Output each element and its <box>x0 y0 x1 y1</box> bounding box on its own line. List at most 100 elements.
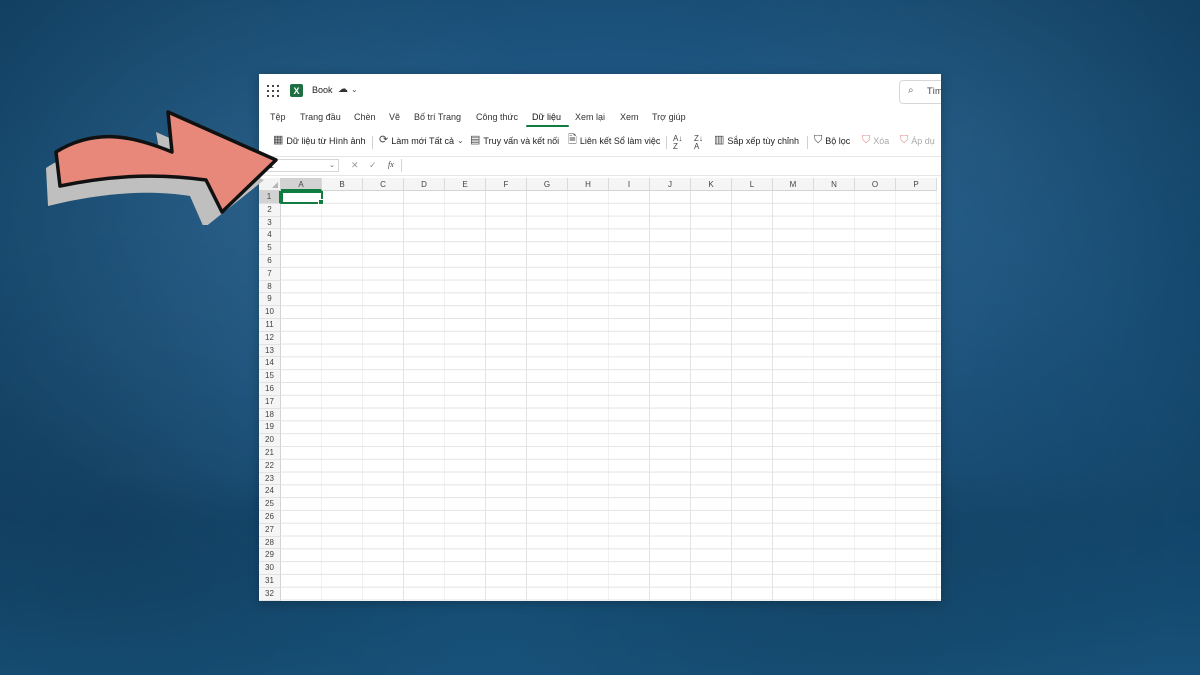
tab-review[interactable]: Xem lại <box>575 112 605 122</box>
row-header-21[interactable]: 21 <box>259 447 281 460</box>
clear-filter-button[interactable]: ⛉ Xóa <box>862 135 889 146</box>
reapply-icon: ⛉ <box>900 134 909 146</box>
row-header-4[interactable]: 4 <box>259 229 281 243</box>
active-tab-indicator <box>526 125 569 127</box>
row-header-9[interactable]: 9 <box>259 293 281 307</box>
row-header-24[interactable]: 24 <box>259 485 281 499</box>
search-placeholder: Tìm <box>927 86 941 96</box>
column-header-k[interactable]: K <box>691 178 732 191</box>
column-header-i[interactable]: I <box>609 178 650 191</box>
data-from-picture-button[interactable]: ▦ Dữ liệu từ Hình ảnh <box>273 135 366 146</box>
row-header-10[interactable]: 10 <box>259 306 281 319</box>
refresh-icon: ⟳ <box>379 134 389 146</box>
row-header-5[interactable]: 5 <box>259 242 281 255</box>
row-header-29[interactable]: 29 <box>259 549 281 563</box>
column-header-a[interactable]: A <box>281 178 322 191</box>
tab-help[interactable]: Trợ giúp <box>652 112 686 122</box>
queries-icon: ▤ <box>470 134 481 146</box>
title-bar: X Book ☁ ⌄ ⌕ Tìm <box>259 74 941 108</box>
column-header-d[interactable]: D <box>404 178 445 191</box>
tab-insert[interactable]: Chèn <box>354 112 376 122</box>
formula-bar: A1 ⌄ ✕ ✓ fx <box>259 156 941 176</box>
refresh-all-button[interactable]: ⟳ Làm mới Tất cả ⌄ <box>379 135 464 146</box>
column-header-g[interactable]: G <box>527 178 568 191</box>
chevron-down-icon[interactable]: ⌄ <box>351 85 358 94</box>
tab-page-layout[interactable]: Bố trí Trang <box>414 112 461 122</box>
reapply-label: Áp dụ <box>911 135 935 146</box>
row-header-11[interactable]: 11 <box>259 319 281 332</box>
custom-sort-icon: ▥ <box>714 134 725 146</box>
column-header-e[interactable]: E <box>445 178 486 191</box>
sort-a-to-z-button[interactable]: A↓ Z <box>673 135 682 151</box>
excel-window: X Book ☁ ⌄ ⌕ Tìm Tệp Trang đầu Chèn Vẽ B… <box>259 74 941 601</box>
chevron-down-icon: ⌄ <box>456 136 464 145</box>
custom-sort-button[interactable]: ▥ Sắp xếp tùy chỉnh <box>714 135 799 146</box>
workbook-links-label: Liên kết Sổ làm việc <box>579 135 661 146</box>
cell-area[interactable] <box>281 191 941 601</box>
row-header-32[interactable]: 32 <box>259 587 281 601</box>
column-header-c[interactable]: C <box>363 178 404 191</box>
column-header-f[interactable]: F <box>486 178 527 191</box>
row-header-25[interactable]: 25 <box>259 498 281 511</box>
queries-connections-label: Truy vấn và kết nối <box>483 135 560 146</box>
search-box[interactable]: ⌕ Tìm <box>899 80 941 104</box>
tab-view[interactable]: Xem <box>620 112 639 122</box>
row-header-15[interactable]: 15 <box>259 370 281 383</box>
tab-home[interactable]: Trang đầu <box>300 112 341 122</box>
row-header-19[interactable]: 19 <box>259 421 281 435</box>
formula-input[interactable] <box>401 159 941 172</box>
workbook-links-button[interactable]: 🗎 Liên kết Sổ làm việc <box>568 135 660 146</box>
column-header-l[interactable]: L <box>732 178 773 191</box>
clear-filter-icon: ⛉ <box>862 134 871 146</box>
autosave-cloud-icon: ☁ <box>338 84 348 95</box>
column-header-m[interactable]: M <box>773 178 814 191</box>
search-icon: ⌕ <box>908 85 914 96</box>
column-header-j[interactable]: J <box>650 178 691 191</box>
row-header-7[interactable]: 7 <box>259 267 281 281</box>
row-header-13[interactable]: 13 <box>259 344 281 358</box>
tab-data[interactable]: Dữ liệu <box>532 112 561 122</box>
column-header-h[interactable]: H <box>568 178 609 191</box>
excel-logo-icon: X <box>290 84 303 97</box>
app-launcher-icon[interactable] <box>267 85 279 97</box>
row-header-17[interactable]: 17 <box>259 395 281 409</box>
column-header-o[interactable]: O <box>855 178 896 191</box>
queries-connections-button[interactable]: ▤ Truy vấn và kết nối <box>470 135 559 146</box>
row-header-18[interactable]: 18 <box>259 408 281 422</box>
row-header-16[interactable]: 16 <box>259 383 281 396</box>
column-header-b[interactable]: B <box>322 178 363 191</box>
file-name[interactable]: Book <box>312 85 333 95</box>
row-header-14[interactable]: 14 <box>259 357 281 371</box>
chevron-down-icon: ⌄ <box>329 162 335 169</box>
row-header-6[interactable]: 6 <box>259 255 281 268</box>
ribbon-toolbar: ▦ Dữ liệu từ Hình ảnh ⟳ Làm mới Tất cả ⌄… <box>259 130 941 154</box>
row-header-23[interactable]: 23 <box>259 472 281 486</box>
row-header-28[interactable]: 28 <box>259 536 281 550</box>
reapply-button[interactable]: ⛉ Áp dụ <box>900 135 935 146</box>
column-header-n[interactable]: N <box>814 178 855 191</box>
tab-formulas[interactable]: Công thức <box>476 112 518 122</box>
separator <box>666 136 667 149</box>
filter-label: Bộ lọc <box>825 135 851 146</box>
row-header-30[interactable]: 30 <box>259 562 281 575</box>
cancel-icon[interactable]: ✕ <box>351 160 359 171</box>
row-header-12[interactable]: 12 <box>259 331 281 345</box>
row-header-8[interactable]: 8 <box>259 280 281 294</box>
check-icon[interactable]: ✓ <box>369 160 377 171</box>
column-header-p[interactable]: P <box>896 178 937 191</box>
insert-function-icon[interactable]: fx <box>388 160 394 169</box>
data-from-picture-label: Dữ liệu từ Hình ảnh <box>286 135 366 146</box>
row-header-27[interactable]: 27 <box>259 523 281 537</box>
filter-button[interactable]: ⛉ Bộ lọc <box>814 135 850 146</box>
active-cell-a1[interactable] <box>281 191 324 205</box>
row-header-22[interactable]: 22 <box>259 459 281 473</box>
separator <box>372 136 373 149</box>
separator <box>807 136 808 149</box>
row-header-20[interactable]: 20 <box>259 434 281 447</box>
refresh-all-label: Làm mới Tất cả <box>391 135 454 146</box>
row-header-26[interactable]: 26 <box>259 511 281 524</box>
row-header-31[interactable]: 31 <box>259 575 281 588</box>
ribbon-tabs: Tệp Trang đầu Chèn Vẽ Bố trí Trang Công … <box>259 108 941 128</box>
tab-draw[interactable]: Vẽ <box>389 112 400 122</box>
sort-z-to-a-button[interactable]: Z↓ A <box>694 135 703 151</box>
